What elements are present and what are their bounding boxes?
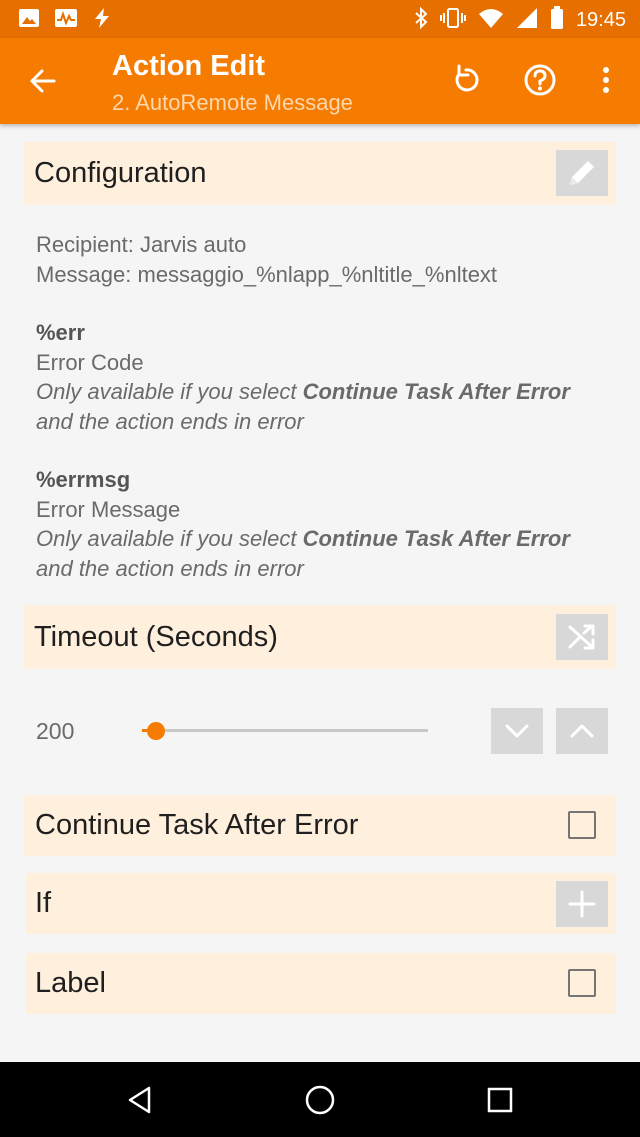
navigation-bar [0, 1062, 640, 1137]
pencil-icon [570, 161, 594, 185]
help-icon[interactable] [520, 60, 560, 100]
continue-task-row[interactable]: Continue Task After Error [24, 795, 616, 856]
timeout-slider-thumb[interactable] [147, 722, 166, 740]
chevron-down-icon [505, 724, 529, 738]
timeout-variable-toggle-button[interactable] [556, 614, 608, 660]
plus-icon [568, 890, 596, 918]
bluetooth-icon [414, 6, 428, 33]
nav-home-icon[interactable] [302, 1082, 338, 1118]
page-title: Action Edit [112, 50, 266, 82]
timeout-increase-button[interactable] [556, 708, 608, 754]
vibrate-icon [439, 7, 466, 33]
label-row-label: Label [35, 967, 106, 999]
variable-note: Only available if you select Continue Ta… [36, 526, 570, 551]
edit-configuration-button[interactable] [556, 150, 608, 196]
flash-icon [92, 7, 112, 33]
if-label: If [35, 887, 52, 919]
battery-icon [550, 6, 564, 34]
reset-icon[interactable] [446, 60, 486, 100]
more-vert-icon[interactable] [586, 60, 626, 100]
timeout-slider-track[interactable] [142, 729, 428, 732]
timeout-decrease-button[interactable] [491, 708, 543, 754]
output-variable-errmsg: %errmsg Error Message Only available if … [36, 465, 570, 583]
configuration-title: Configuration [34, 157, 207, 189]
variable-name: %err [36, 320, 85, 345]
wifi-icon [478, 7, 504, 33]
shuffle-icon [568, 624, 595, 650]
nav-back-icon[interactable] [122, 1082, 158, 1118]
configuration-header: Configuration [24, 142, 616, 205]
label-checkbox[interactable] [568, 969, 596, 997]
timeout-value: 200 [36, 718, 75, 744]
signal-icon [516, 7, 538, 33]
chevron-up-icon [570, 724, 594, 738]
app-bar: Action Edit 2. AutoRemote Message [0, 38, 640, 124]
recipient-text: Recipient: Jarvis auto [36, 232, 247, 257]
nav-recents-icon[interactable] [482, 1082, 518, 1118]
timeout-header: Timeout (Seconds) [24, 605, 616, 669]
variable-description: Error Message [36, 496, 181, 522]
clock-time: 19:45 [575, 8, 626, 31]
page-subtitle: 2. AutoRemote Message [112, 90, 353, 115]
pulse-icon [54, 7, 78, 33]
timeout-title: Timeout (Seconds) [34, 621, 278, 653]
variable-note-2: and the action ends in error [36, 555, 304, 581]
variable-description: Error Code [36, 349, 144, 375]
output-variable-err: %err Error Code Only available if you se… [36, 318, 570, 436]
variable-name: %errmsg [36, 467, 131, 492]
variable-note-2: and the action ends in error [36, 408, 304, 434]
back-arrow-icon[interactable] [26, 64, 60, 98]
status-bar: 19:45 [0, 0, 640, 38]
configuration-details: Recipient: Jarvis auto Message: messaggi… [36, 230, 497, 289]
label-row[interactable]: Label [26, 953, 616, 1014]
image-icon [18, 7, 40, 33]
message-text: Message: messaggio_%nlapp_%nltitle_%nlte… [36, 261, 498, 287]
continue-task-checkbox[interactable] [568, 811, 596, 839]
variable-note: Only available if you select Continue Ta… [36, 379, 570, 404]
if-row: If [26, 873, 616, 934]
add-condition-button[interactable] [556, 881, 608, 927]
continue-task-label: Continue Task After Error [35, 809, 359, 841]
